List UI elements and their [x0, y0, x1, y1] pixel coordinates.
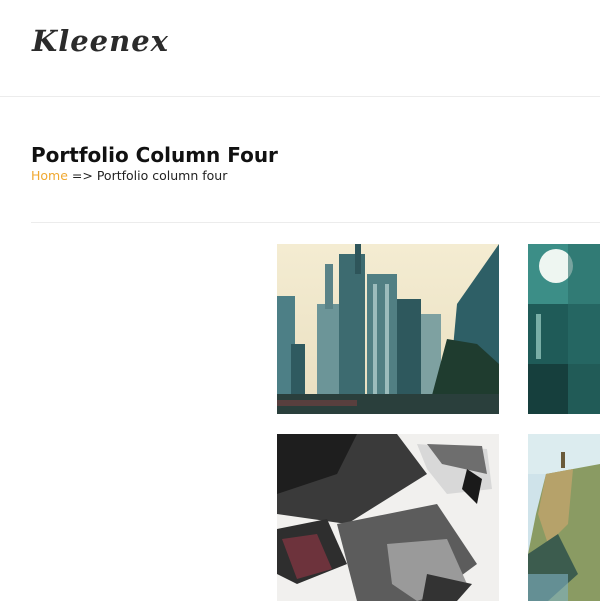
portfolio-item-teal-interior[interactable]: [528, 244, 600, 414]
portfolio-image-teal: [528, 244, 600, 414]
site-header: Kleenex: [0, 0, 600, 97]
breadcrumb-home-link[interactable]: Home: [31, 168, 68, 183]
breadcrumb-current: Portfolio column four: [96, 168, 228, 183]
portfolio-item-cliff[interactable]: [528, 434, 600, 601]
site-logo[interactable]: Kleenex: [32, 24, 169, 58]
portfolio-item-city-towers[interactable]: [277, 244, 499, 414]
breadcrumb-separator: =>: [71, 168, 93, 183]
page-title: Portfolio Column Four: [31, 143, 278, 167]
portfolio-image-cliff: [528, 434, 600, 601]
section-divider: [31, 222, 600, 223]
portfolio-image-city: [277, 244, 499, 414]
portfolio-item-eagle[interactable]: [277, 434, 499, 601]
portfolio-image-eagle: [277, 434, 499, 601]
breadcrumb: Home => Portfolio column four: [31, 168, 227, 183]
